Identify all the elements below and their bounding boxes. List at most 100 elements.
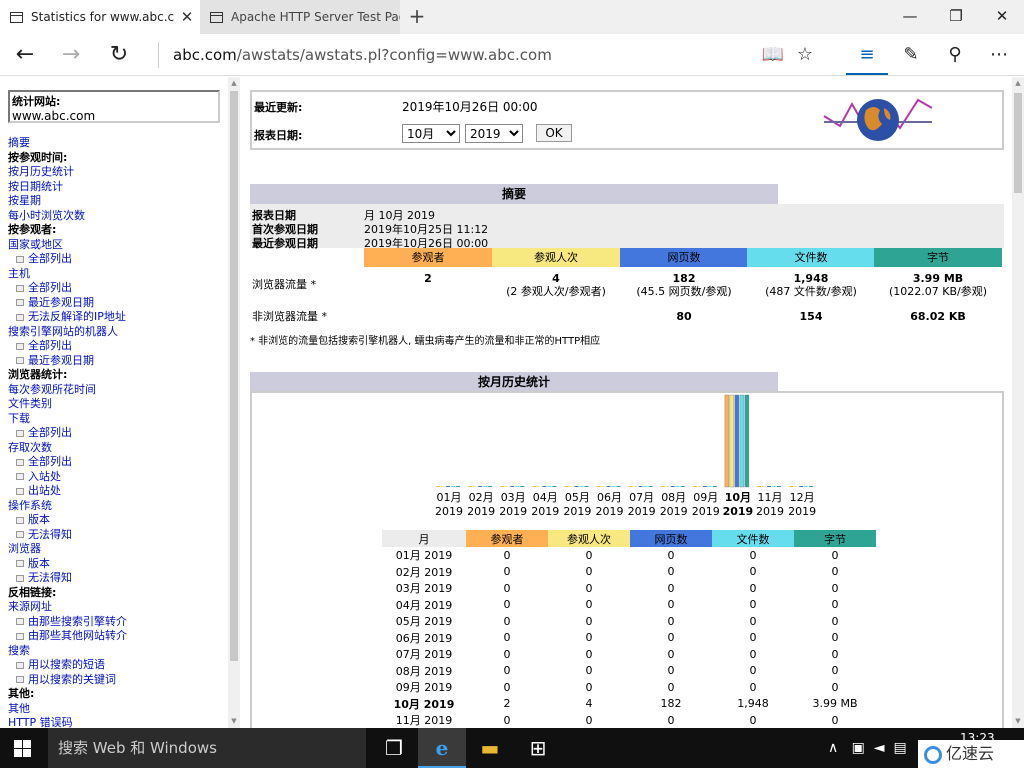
- refresh-icon[interactable]: ↻: [104, 40, 134, 70]
- reading-view-icon[interactable]: 📖: [758, 40, 788, 70]
- menu-subitem[interactable]: 全部列出: [8, 281, 127, 296]
- menu-link[interactable]: 按星期: [8, 194, 127, 209]
- menu-link[interactable]: 来源网址: [8, 600, 127, 615]
- close-tab-icon[interactable]: ✕: [174, 8, 200, 26]
- network-icon[interactable]: ▣: [852, 740, 865, 756]
- menu-subitem[interactable]: 全部列出: [8, 252, 127, 267]
- menu-link[interactable]: 搜索引擎网站的机器人: [8, 325, 127, 340]
- site-info-box: 统计网站: www.abc.com: [8, 90, 220, 123]
- menu-item-label: 主机: [8, 266, 30, 280]
- scroll-down-icon[interactable]: ▼: [1012, 717, 1024, 725]
- chart-bar: [606, 486, 611, 487]
- back-icon[interactable]: ←: [10, 40, 40, 70]
- address-bar[interactable]: abc.com/awstats/awstats.pl?config=www.ab…: [158, 42, 748, 68]
- menu-link[interactable]: 每次参观所花时间: [8, 383, 127, 398]
- scroll-up-icon[interactable]: ▲: [228, 79, 240, 87]
- scroll-up-icon[interactable]: ▲: [1012, 79, 1024, 87]
- scroll-thumb[interactable]: [1014, 93, 1022, 193]
- menu-link[interactable]: 主机: [8, 267, 127, 282]
- menu-subitem[interactable]: 版本: [8, 513, 127, 528]
- forward-icon[interactable]: →: [56, 40, 86, 70]
- subitem-bullet-icon: [16, 574, 24, 582]
- menu-subitem[interactable]: 由那些其他网站转介: [8, 629, 127, 644]
- subitem-bullet-icon: [16, 661, 24, 669]
- minimize-icon[interactable]: —: [890, 4, 930, 28]
- menu-link[interactable]: 文件类别: [8, 397, 127, 412]
- menu-item-label: 按参观者:: [8, 223, 57, 236]
- menu-link[interactable]: 摘要: [8, 136, 127, 151]
- menu-item-label: 用以搜索的关键词: [28, 672, 116, 686]
- edge-browser-icon[interactable]: e: [418, 728, 466, 768]
- hub-icon[interactable]: ≡: [852, 40, 882, 70]
- volume-icon[interactable]: ◄: [874, 740, 885, 756]
- summary-viewed-cell: 3.99 MB (1022.07 KB/参观): [874, 272, 1002, 298]
- restore-icon[interactable]: ❐: [936, 4, 976, 28]
- menu-item-label: 搜索引擎网站的机器人: [8, 324, 118, 338]
- chart-bar: [515, 486, 520, 487]
- file-explorer-icon[interactable]: ▬: [466, 728, 514, 768]
- chart-tick-label: 2019: [467, 505, 495, 518]
- menu-subitem[interactable]: 无法得知: [8, 571, 127, 586]
- menu-subitem[interactable]: 出站处: [8, 484, 127, 499]
- menu-subitem[interactable]: 用以搜索的短语: [8, 658, 127, 673]
- menu-link[interactable]: 存取次数: [8, 441, 127, 456]
- menu-subitem[interactable]: 版本: [8, 557, 127, 572]
- menu-subitem[interactable]: 无法得知: [8, 528, 127, 543]
- menu-item-label: 操作系统: [8, 498, 52, 512]
- menu-item-label: 由那些其他网站转介: [28, 629, 127, 642]
- menu-subitem[interactable]: 全部列出: [8, 339, 127, 354]
- store-icon[interactable]: ⊞: [514, 728, 562, 768]
- menu-subitem[interactable]: 最近参观日期: [8, 296, 127, 311]
- tab-statistics[interactable]: Statistics for www.abc.co ✕: [0, 0, 200, 34]
- table-row: 10月 2019 2 4 182 1,948 3.99 MB: [382, 696, 876, 713]
- tab-apache[interactable]: Apache HTTP Server Test Pag: [200, 0, 400, 34]
- menu-subitem[interactable]: 全部列出: [8, 426, 127, 441]
- new-tab-button[interactable]: +: [404, 4, 430, 28]
- menu-subitem[interactable]: 入站处: [8, 470, 127, 485]
- more-icon[interactable]: ⋯: [984, 40, 1014, 70]
- year-select[interactable]: 2019: [465, 124, 523, 143]
- menu-item-label: 由那些搜索引擎转介: [28, 614, 127, 628]
- month-select[interactable]: 10月: [402, 124, 460, 143]
- right-scrollbar[interactable]: ▲ ▼: [1012, 77, 1024, 728]
- chart-bar: [692, 486, 697, 487]
- web-note-icon[interactable]: ✎: [896, 40, 926, 70]
- scroll-thumb[interactable]: [230, 91, 238, 661]
- left-scrollbar[interactable]: ▲ ▼: [228, 77, 240, 728]
- menu-link[interactable]: 国家或地区: [8, 238, 127, 253]
- watermark-logo-icon: [924, 745, 942, 764]
- menu-subitem[interactable]: 由那些搜索引擎转介: [8, 615, 127, 630]
- monthly-col-header: 月: [382, 530, 466, 547]
- monthly-value-cell: 0: [667, 581, 675, 595]
- share-icon[interactable]: ⚲: [940, 40, 970, 70]
- monthly-value-cell: 0: [667, 680, 675, 694]
- show-hidden-icons-icon[interactable]: ∧: [828, 740, 838, 756]
- menu-link[interactable]: 其他: [8, 702, 127, 717]
- menu-link[interactable]: 每小时浏览次数: [8, 209, 127, 224]
- ok-button[interactable]: OK: [536, 124, 572, 142]
- monthly-table-body: 01月 2019 0 0 0 0 0 02月 2019 0 0 0 0 0 03月 2019 0 0 0 0 0 0…: [382, 547, 876, 728]
- close-window-icon[interactable]: ✕: [982, 4, 1022, 28]
- task-view-icon[interactable]: ❐: [370, 728, 418, 768]
- summary-viewed-cell: 2: [364, 272, 492, 285]
- menu-link[interactable]: HTTP 错误码: [8, 716, 127, 728]
- menu-link[interactable]: 下载: [8, 412, 127, 427]
- menu-link[interactable]: 浏览器: [8, 542, 127, 557]
- monthly-value-cell: 0: [831, 614, 839, 628]
- menu-link[interactable]: 按月历史统计: [8, 165, 127, 180]
- taskbar-search-box[interactable]: 搜索 Web 和 Windows: [48, 728, 366, 768]
- scroll-down-icon[interactable]: ▼: [228, 717, 240, 725]
- menu-item-label: 无法得知: [28, 571, 72, 584]
- menu-link[interactable]: 按日期统计: [8, 180, 127, 195]
- menu-subitem[interactable]: 用以搜索的关键词: [8, 673, 127, 688]
- menu-subitem[interactable]: 全部列出: [8, 455, 127, 470]
- favorites-star-icon[interactable]: ☆: [790, 40, 820, 70]
- menu-subitem[interactable]: 无法反解译的IP地址: [8, 310, 127, 325]
- menu-subitem[interactable]: 最近参观日期: [8, 354, 127, 369]
- menu-link[interactable]: 搜索: [8, 644, 127, 659]
- keyboard-icon[interactable]: ▤: [893, 740, 906, 756]
- windows-start-icon[interactable]: [14, 740, 31, 757]
- monthly-value-cell: 0: [667, 631, 675, 645]
- monthly-value-cell: 0: [585, 565, 593, 579]
- menu-link[interactable]: 操作系统: [8, 499, 127, 514]
